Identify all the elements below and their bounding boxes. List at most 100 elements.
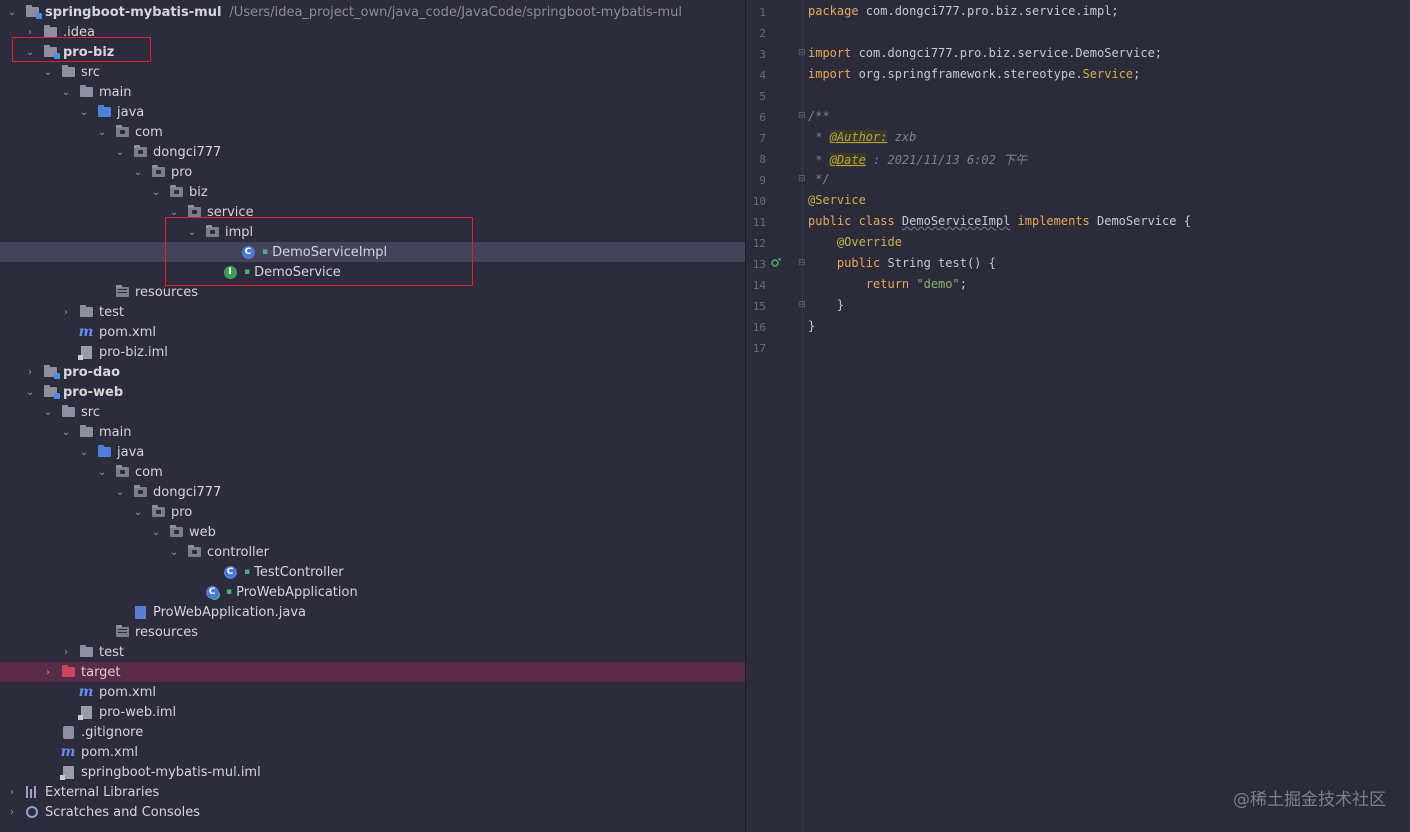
- fold-marker-icon[interactable]: ⊟: [798, 111, 806, 121]
- tree-node[interactable]: ⌄ dongci777: [0, 482, 745, 502]
- folder-icon: [78, 304, 94, 320]
- chevron-down-icon[interactable]: ⌄: [150, 522, 162, 542]
- fold-marker-icon[interactable]: ⊟: [798, 258, 806, 268]
- tree-node[interactable]: ›pro-web.iml: [0, 702, 745, 722]
- tree-node-label: dongci777: [153, 144, 222, 160]
- tree-node[interactable]: › pro-dao: [0, 362, 745, 382]
- tree-node[interactable]: › test: [0, 642, 745, 662]
- tree-node[interactable]: ›C▪TestController: [0, 562, 745, 582]
- chevron-down-icon[interactable]: ⌄: [150, 182, 162, 202]
- tree-node[interactable]: ⌄ dongci777: [0, 142, 745, 162]
- code-line[interactable]: * @Author: zxb: [808, 130, 916, 144]
- chevron-right-icon[interactable]: ›: [24, 362, 36, 382]
- tree-node[interactable]: › test: [0, 302, 745, 322]
- line-number: 13: [752, 258, 766, 271]
- tree-node[interactable]: ⌄ main: [0, 82, 745, 102]
- tree-node[interactable]: ⌄ main: [0, 422, 745, 442]
- tree-node[interactable]: ›springboot-mybatis-mul.iml: [0, 762, 745, 782]
- code-token: }: [808, 298, 845, 312]
- tree-node[interactable]: ⌄ springboot-mybatis-mul/Users/idea_proje…: [0, 2, 745, 22]
- code-line[interactable]: @Override: [808, 235, 902, 249]
- chevron-down-icon[interactable]: ⌄: [42, 62, 54, 82]
- code-line[interactable]: }: [808, 298, 844, 312]
- code-line[interactable]: /**: [808, 109, 830, 123]
- tree-node[interactable]: ›C▪ProWebApplication: [0, 582, 745, 602]
- code-token: "demo": [916, 277, 960, 291]
- chevron-right-icon[interactable]: ›: [60, 642, 72, 662]
- code-line[interactable]: @Service: [808, 193, 866, 207]
- code-token: */: [808, 172, 830, 186]
- line-number: 15: [752, 300, 766, 313]
- tree-node[interactable]: ⌄ com: [0, 122, 745, 142]
- line-number: 12: [752, 237, 766, 250]
- tree-node-label: pro-web.iml: [99, 704, 177, 720]
- tree-node[interactable]: ⌄ pro: [0, 162, 745, 182]
- chevron-right-icon[interactable]: ›: [6, 782, 18, 802]
- code-line[interactable]: public String test() {: [808, 256, 996, 270]
- tree-node[interactable]: › External Libraries: [0, 782, 745, 802]
- tree-node[interactable]: ›pro-biz.iml: [0, 342, 745, 362]
- chevron-down-icon[interactable]: ⌄: [114, 142, 126, 162]
- tree-node[interactable]: ⌄ biz: [0, 182, 745, 202]
- tree-node-label: com: [135, 464, 163, 480]
- line-number: 17: [752, 342, 766, 355]
- tree-node[interactable]: ›ProWebApplication.java: [0, 602, 745, 622]
- chevron-down-icon[interactable]: ⌄: [96, 462, 108, 482]
- tree-node-label: pom.xml: [99, 324, 156, 340]
- chevron-right-icon[interactable]: ›: [60, 302, 72, 322]
- folder-icon: [60, 404, 76, 420]
- chevron-down-icon[interactable]: ⌄: [6, 2, 18, 22]
- tree-node[interactable]: ›mpom.xml: [0, 682, 745, 702]
- chevron-down-icon[interactable]: ⌄: [114, 482, 126, 502]
- gitignore-file-icon: [60, 724, 76, 740]
- tree-node[interactable]: ›mpom.xml: [0, 742, 745, 762]
- fold-marker-icon[interactable]: ⊟: [798, 174, 806, 184]
- chevron-down-icon[interactable]: ⌄: [132, 162, 144, 182]
- chevron-right-icon[interactable]: ›: [42, 662, 54, 682]
- code-token: public class: [808, 214, 902, 228]
- code-line[interactable]: */: [808, 172, 830, 186]
- scratches-icon: [24, 804, 40, 820]
- code-line[interactable]: public class DemoServiceImpl implements …: [808, 214, 1191, 228]
- tree-node[interactable]: ⌄ controller: [0, 542, 745, 562]
- code-line[interactable]: * @Date : 2021/11/13 6:02 下午: [808, 151, 1027, 168]
- code-token: ;: [1133, 67, 1141, 81]
- chevron-down-icon[interactable]: ⌄: [132, 502, 144, 522]
- chevron-right-icon[interactable]: ›: [6, 802, 18, 822]
- tree-node[interactable]: ›.gitignore: [0, 722, 745, 742]
- tree-node[interactable]: ⌄ com: [0, 462, 745, 482]
- tree-node[interactable]: ⌄ web: [0, 522, 745, 542]
- tree-node[interactable]: ›resources: [0, 622, 745, 642]
- fold-marker-icon[interactable]: ⊟: [798, 48, 806, 58]
- chevron-down-icon[interactable]: ⌄: [60, 422, 72, 442]
- line-number: 4: [759, 69, 766, 82]
- chevron-down-icon[interactable]: ⌄: [96, 122, 108, 142]
- tree-node[interactable]: › target: [0, 662, 745, 682]
- chevron-down-icon[interactable]: ⌄: [42, 402, 54, 422]
- fold-marker-icon[interactable]: ⊟: [798, 300, 806, 310]
- chevron-down-icon[interactable]: ⌄: [24, 382, 36, 402]
- code-line[interactable]: import org.springframework.stereotype.Se…: [808, 67, 1140, 81]
- tree-node[interactable]: ⌄ java: [0, 442, 745, 462]
- tree-node[interactable]: ⌄ src: [0, 62, 745, 82]
- tree-node[interactable]: ⌄ src: [0, 402, 745, 422]
- chevron-down-icon[interactable]: ⌄: [78, 102, 90, 122]
- chevron-down-icon[interactable]: ⌄: [60, 82, 72, 102]
- code-line[interactable]: return "demo";: [808, 277, 967, 291]
- code-editor[interactable]: 1 2 3 4 5 6 7 8 9 10 11 12 13 14 15 16 17 package com.do…: [746, 0, 1410, 832]
- maven-icon: m: [60, 744, 76, 760]
- code-line[interactable]: package com.dongci777.pro.biz.service.im…: [808, 4, 1119, 18]
- tree-node[interactable]: › Scratches and Consoles: [0, 802, 745, 822]
- project-tree[interactable]: ⌄ springboot-mybatis-mul/Users/idea_proje…: [0, 0, 745, 832]
- tree-node[interactable]: ⌄ pro-web: [0, 382, 745, 402]
- code-line[interactable]: import com.dongci777.pro.biz.service.Dem…: [808, 46, 1162, 60]
- chevron-down-icon[interactable]: ⌄: [78, 442, 90, 462]
- tree-node[interactable]: ⌄ java: [0, 102, 745, 122]
- code-line[interactable]: }: [808, 319, 815, 333]
- tree-node-label: src: [81, 404, 100, 420]
- code-token: *: [808, 130, 830, 144]
- tree-node[interactable]: ›mpom.xml: [0, 322, 745, 342]
- chevron-down-icon[interactable]: ⌄: [168, 542, 180, 562]
- tree-node[interactable]: ⌄ pro: [0, 502, 745, 522]
- implementation-gutter-icon[interactable]: [771, 258, 781, 268]
